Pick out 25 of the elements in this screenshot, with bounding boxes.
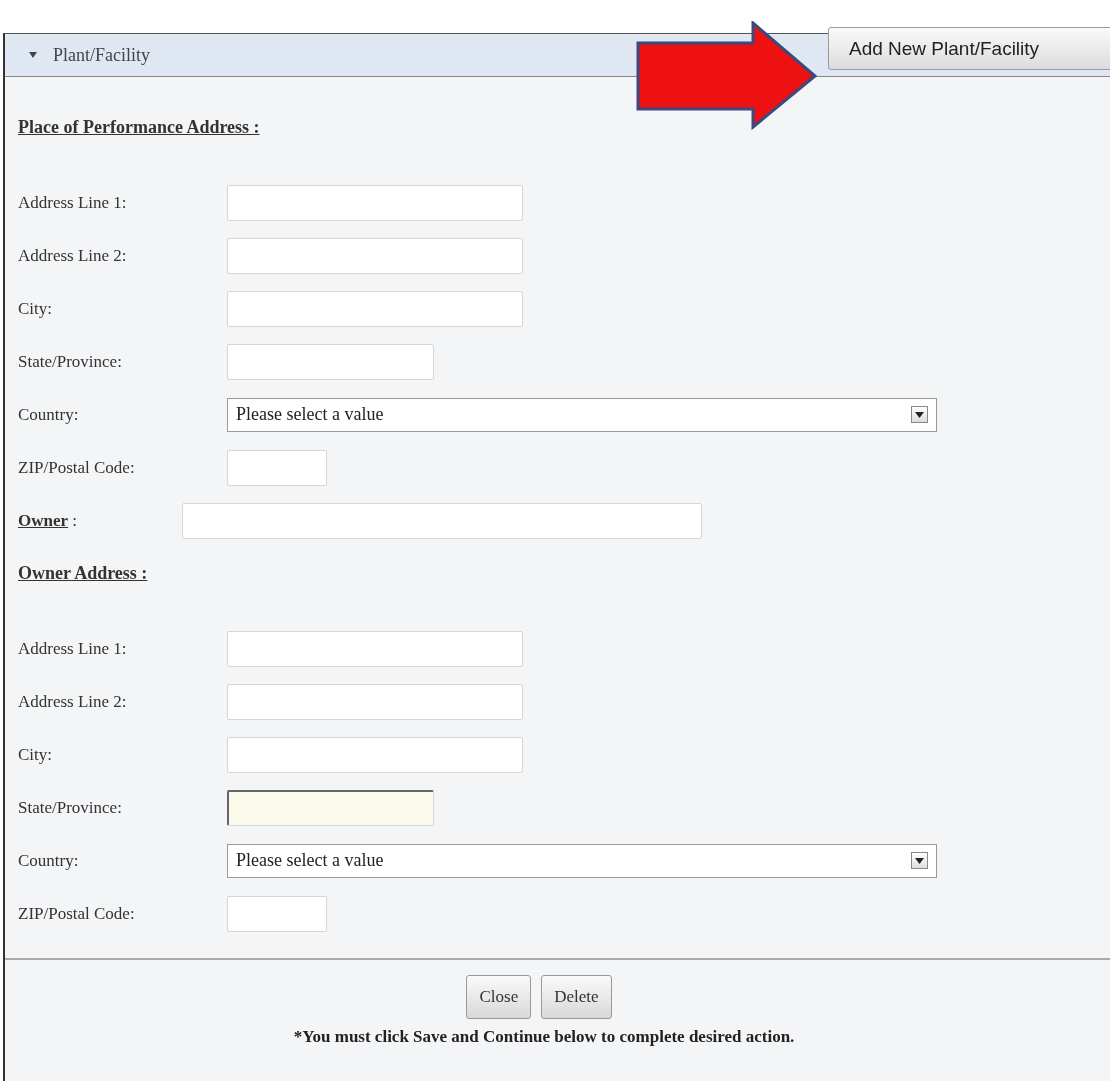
field-label: ZIP/Postal Code: [18, 903, 136, 924]
action-button[interactable]: Close [466, 975, 532, 1019]
field-label: City: [18, 744, 53, 765]
field-label: Address Line 2: [18, 245, 128, 266]
panel-title: Plant/Facility [53, 44, 150, 66]
field-label: Address Line 1: [18, 638, 128, 659]
field-label: ZIP/Postal Code: [18, 457, 136, 478]
footnote: *You must click Save and Continue below to complete desired action. [292, 1027, 796, 1047]
field-label: Address Line 1: [18, 192, 128, 213]
section-heading: Owner Address : [18, 563, 149, 584]
field-label: State/Province: [18, 351, 123, 372]
country-dropdown[interactable]: Please select a value [227, 397, 937, 432]
field-label: Address Line 2: [18, 691, 128, 712]
field-label: Owner : [18, 510, 79, 531]
arrow-icon [635, 21, 820, 131]
add-button[interactable]: Add New Plant/Facility [828, 27, 1110, 70]
caret-icon [29, 52, 37, 58]
action-button[interactable]: Delete [541, 975, 612, 1019]
field-label: State/Province: [18, 797, 123, 818]
field-label: Country: [18, 404, 80, 425]
field-label: City: [18, 298, 53, 319]
text-field[interactable] [227, 789, 434, 826]
field-label: Country: [18, 850, 80, 871]
country-dropdown[interactable]: Please select a value [227, 843, 937, 878]
section-heading: Place of Performance Address : [18, 117, 261, 138]
